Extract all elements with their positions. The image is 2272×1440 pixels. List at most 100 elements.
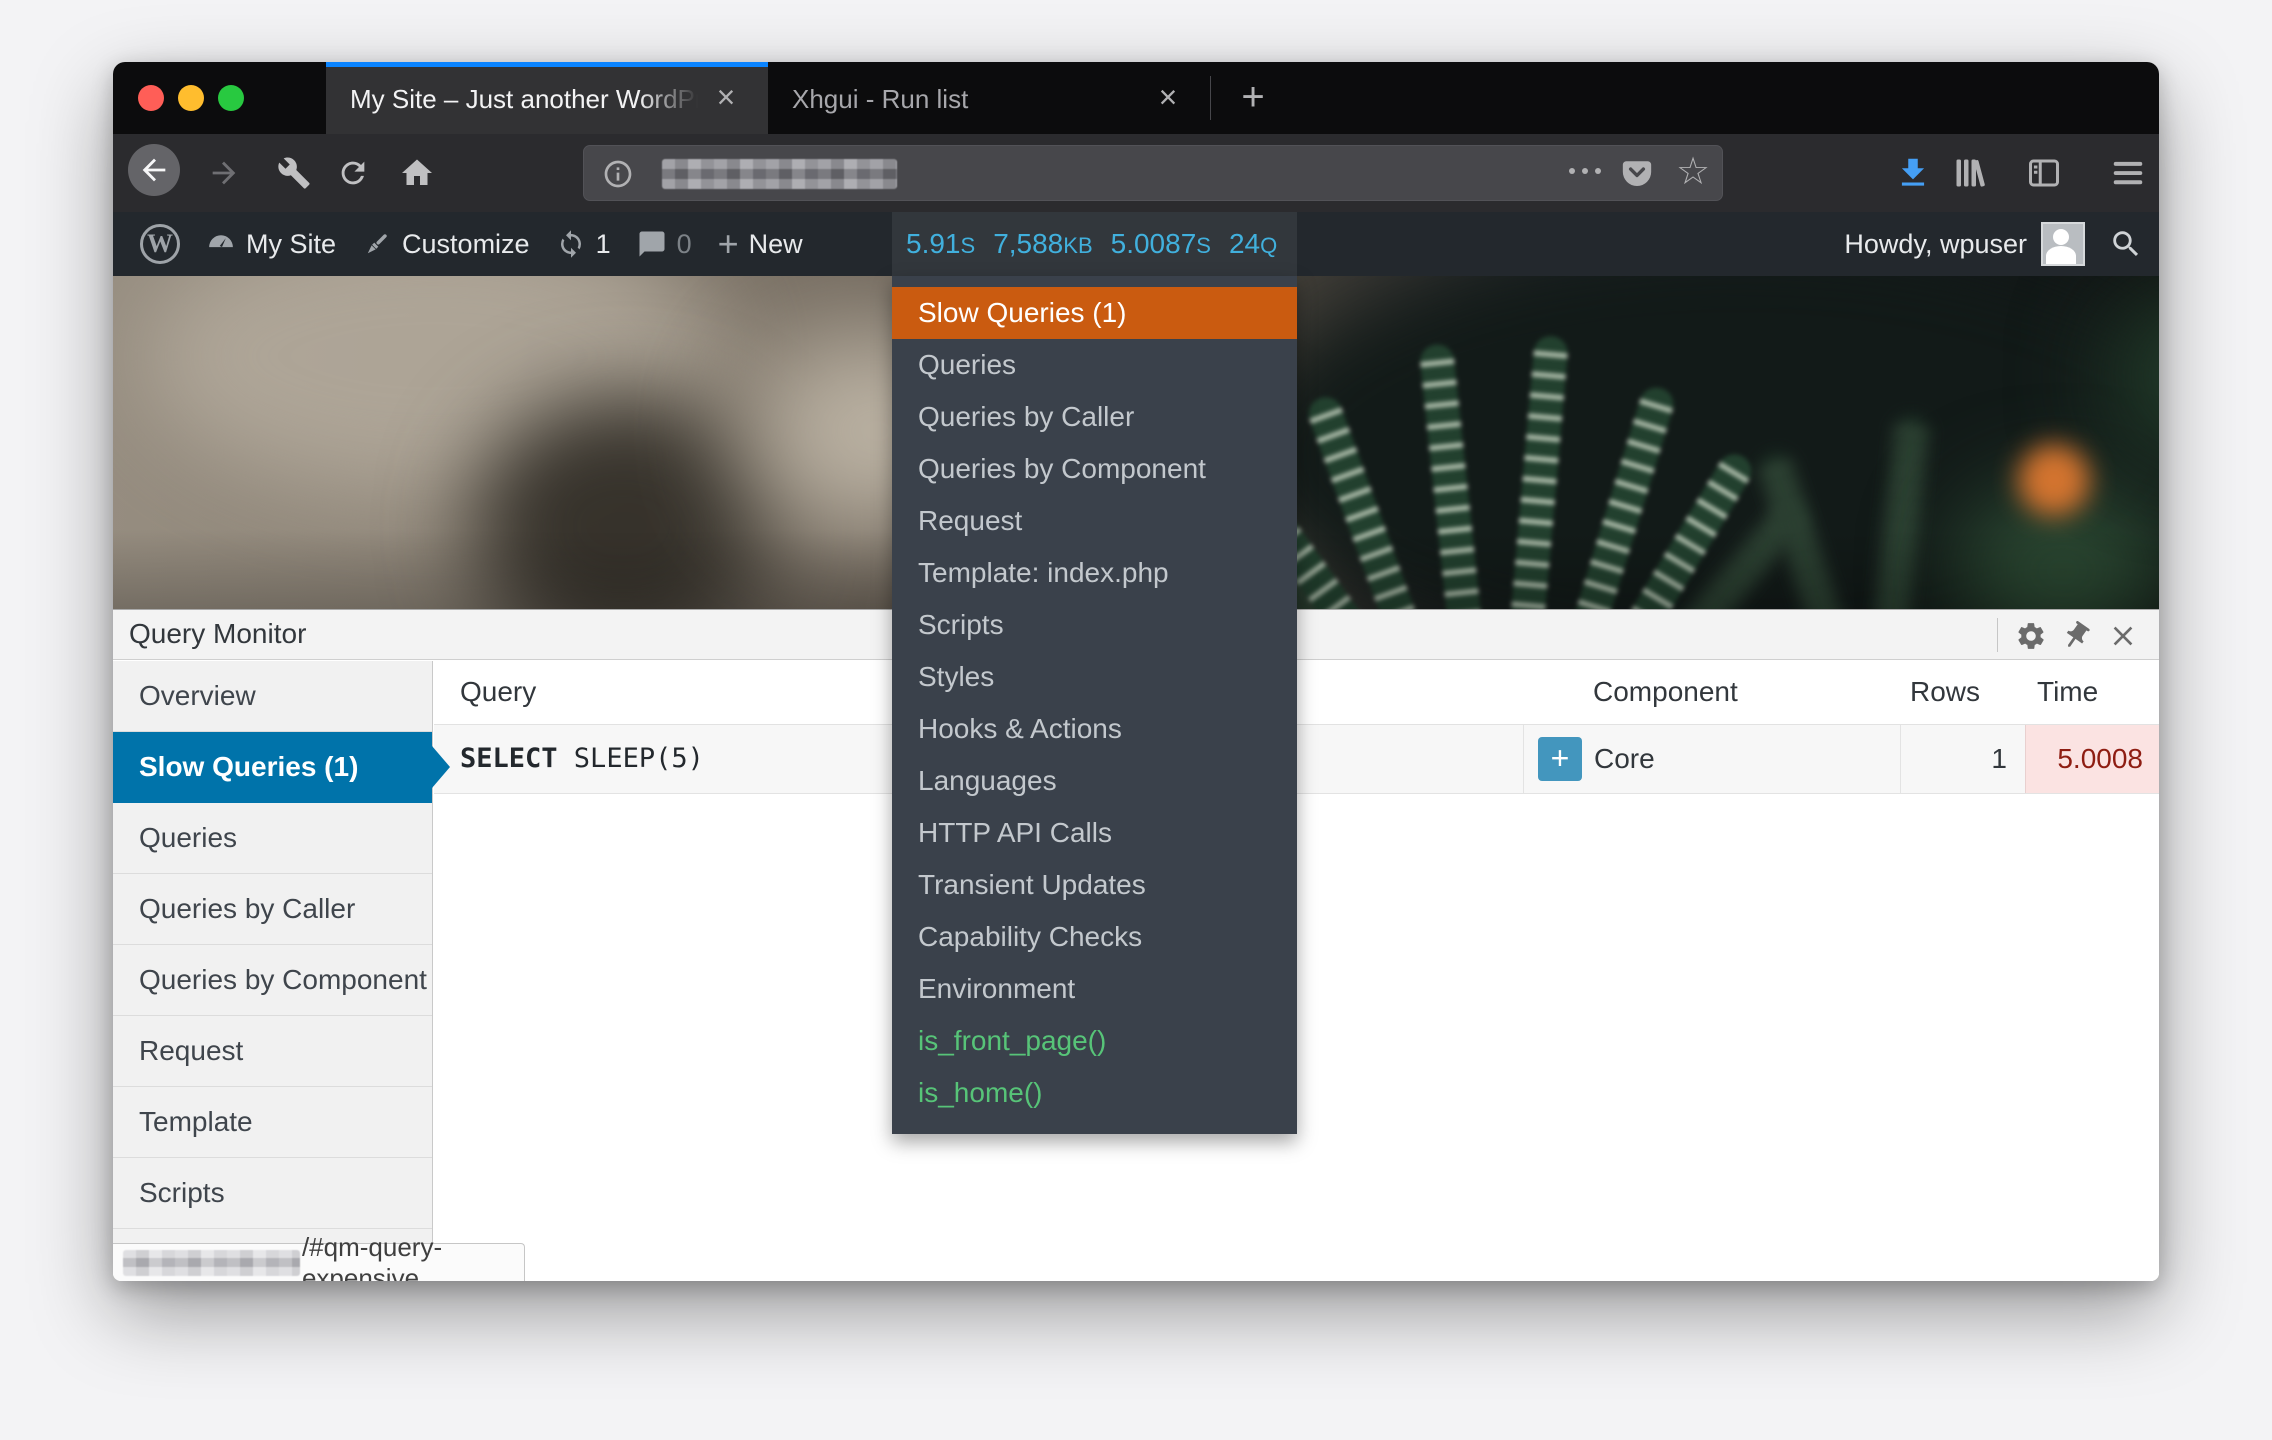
tab-my-site[interactable]: My Site – Just another WordPress si × — [326, 62, 768, 134]
qm-menu-item-hooks-actions[interactable]: Hooks & Actions — [892, 703, 1297, 755]
qm-menu-item-slow-queries[interactable]: Slow Queries (1) — [892, 287, 1297, 339]
link-preview-text: /#qm-query-expensive — [302, 1232, 524, 1282]
rows-cell: 1 — [1900, 725, 2025, 793]
url-bar[interactable]: ☆ — [583, 145, 1723, 201]
gear-icon — [2015, 620, 2047, 652]
tab-xhgui[interactable]: Xhgui - Run list × — [768, 62, 1210, 134]
qm-menu-item-queries-by-caller[interactable]: Queries by Caller — [892, 391, 1297, 443]
sidebar-icon — [2026, 155, 2062, 191]
browser-window: My Site – Just another WordPress si × Xh… — [113, 62, 2159, 1281]
qm-panel-title: Query Monitor — [129, 610, 306, 660]
reload-button[interactable] — [334, 154, 372, 192]
library-button[interactable] — [1951, 154, 1989, 192]
close-panel-button[interactable] — [2105, 618, 2141, 654]
new-label: New — [749, 229, 803, 260]
qm-menu-item-transient-updates[interactable]: Transient Updates — [892, 859, 1297, 911]
library-icon — [1952, 155, 1988, 191]
time-cell: 5.0008 — [2025, 725, 2159, 793]
censored-url-text — [662, 159, 897, 189]
sidebar-item-queries-by-component[interactable]: Queries by Component — [113, 945, 432, 1016]
pocket-icon[interactable] — [1620, 157, 1654, 191]
forward-button[interactable] — [205, 154, 243, 192]
censored-link-domain — [123, 1250, 300, 1276]
qm-menu-item-capability-checks[interactable]: Capability Checks — [892, 911, 1297, 963]
avatar[interactable] — [2041, 222, 2085, 266]
wordpress-logo-icon: W — [140, 224, 180, 264]
search-icon[interactable] — [2109, 227, 2143, 261]
qm-menu-item-is-home[interactable]: is_home() — [892, 1067, 1297, 1119]
qm-menu-item-request[interactable]: Request — [892, 495, 1297, 547]
sidebar-item-request[interactable]: Request — [113, 1016, 432, 1087]
new-content-menu[interactable]: + New — [705, 212, 816, 276]
my-site-menu[interactable]: My Site — [193, 212, 349, 276]
customize-menu[interactable]: Customize — [349, 212, 543, 276]
arrow-back-icon — [137, 153, 171, 187]
component-cell: + Core — [1523, 725, 1900, 793]
site-info-icon[interactable] — [602, 158, 634, 190]
column-header-time: Time — [2025, 661, 2159, 724]
wrench-button[interactable] — [275, 154, 313, 192]
sidebar-toggle-button[interactable] — [2025, 154, 2063, 192]
qm-stat-load-time: 5.91S — [906, 228, 975, 260]
comments-count: 0 — [677, 229, 692, 260]
qm-menu-item-queries-by-component[interactable]: Queries by Component — [892, 443, 1297, 495]
comments-menu[interactable]: 0 — [624, 212, 705, 276]
my-site-label: My Site — [246, 229, 336, 260]
comment-icon — [637, 229, 667, 259]
column-header-rows: Rows — [1900, 661, 2025, 724]
expand-caller-button[interactable]: + — [1538, 737, 1582, 781]
qm-stat-memory: 7,588KB — [993, 228, 1092, 260]
settings-button[interactable] — [2013, 618, 2049, 654]
reload-icon — [336, 156, 370, 190]
traffic-light-minimize[interactable] — [178, 85, 204, 111]
menu-button[interactable] — [2109, 154, 2147, 192]
howdy-label[interactable]: Howdy, wpuser — [1844, 229, 2027, 260]
updates-count: 1 — [596, 229, 611, 260]
tab-close-icon[interactable]: × — [706, 78, 746, 118]
sidebar-item-queries[interactable]: Queries — [113, 803, 432, 874]
page-actions-icon[interactable] — [1569, 168, 1601, 174]
bokeh-light — [2018, 444, 2090, 516]
sidebar-item-slow-queries[interactable]: Slow Queries (1) — [113, 732, 432, 803]
qm-menu-item-http-api-calls[interactable]: HTTP API Calls — [892, 807, 1297, 859]
home-button[interactable] — [398, 154, 436, 192]
column-header-component: Component — [1523, 661, 1900, 724]
tab-bar: My Site – Just another WordPress si × Xh… — [113, 62, 2159, 134]
sidebar-item-queries-by-caller[interactable]: Queries by Caller — [113, 874, 432, 945]
pin-button[interactable] — [2058, 618, 2094, 654]
brush-icon — [362, 229, 392, 259]
traffic-light-close[interactable] — [138, 85, 164, 111]
qm-menu-item-environment[interactable]: Environment — [892, 963, 1297, 1015]
qm-menu-item-queries[interactable]: Queries — [892, 339, 1297, 391]
panel-header-separator — [1997, 618, 1998, 652]
back-button[interactable] — [128, 144, 180, 196]
new-tab-button[interactable]: + — [1225, 74, 1281, 122]
tab-close-icon[interactable]: × — [1148, 78, 1188, 118]
traffic-light-zoom[interactable] — [218, 85, 244, 111]
sidebar-item-scripts[interactable]: Scripts — [113, 1158, 432, 1229]
hamburger-icon — [2109, 154, 2147, 192]
tab-title: Xhgui - Run list — [792, 62, 1140, 134]
qm-menu-item-scripts[interactable]: Scripts — [892, 599, 1297, 651]
update-icon — [556, 229, 586, 259]
wrench-icon — [277, 156, 311, 190]
updates-menu[interactable]: 1 — [543, 212, 624, 276]
qm-menu-item-languages[interactable]: Languages — [892, 755, 1297, 807]
sidebar-item-overview[interactable]: Overview — [113, 661, 432, 732]
navigation-toolbar: ☆ — [113, 134, 2159, 212]
pin-icon — [2060, 620, 2092, 652]
sidebar-item-template[interactable]: Template — [113, 1087, 432, 1158]
qm-menu-item-styles[interactable]: Styles — [892, 651, 1297, 703]
download-icon — [1894, 154, 1932, 192]
bookmark-star-icon[interactable]: ☆ — [1676, 149, 1710, 194]
arrow-forward-icon — [207, 156, 241, 190]
query-monitor-menu[interactable]: 5.91S 7,588KB 5.0087S 24Q — [892, 212, 1297, 276]
qm-stat-query-count: 24Q — [1229, 228, 1277, 260]
close-icon — [2107, 620, 2139, 652]
tab-divider — [1210, 76, 1211, 120]
qm-menu-item-template[interactable]: Template: index.php — [892, 547, 1297, 599]
qm-sidebar: Overview Slow Queries (1) Queries Querie… — [113, 661, 433, 1281]
wp-logo-menu[interactable]: W — [127, 212, 193, 276]
qm-menu-item-is-front-page[interactable]: is_front_page() — [892, 1015, 1297, 1067]
downloads-button[interactable] — [1894, 154, 1932, 192]
